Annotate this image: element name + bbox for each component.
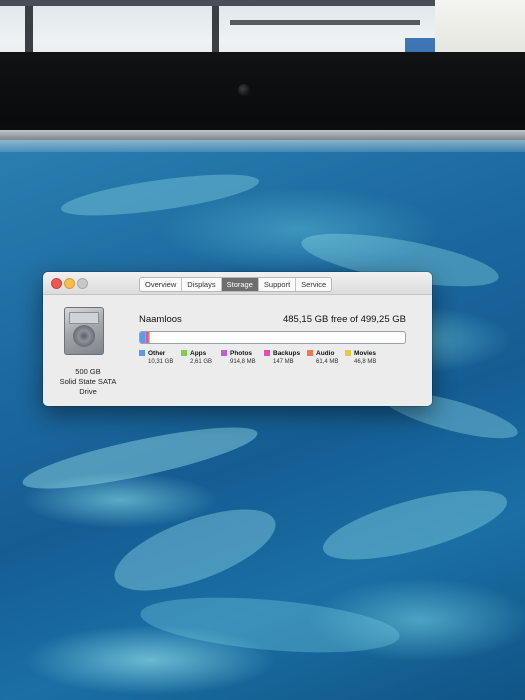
zoom-button[interactable] [77, 278, 88, 289]
usage-segment-movies[interactable] [149, 332, 150, 343]
legend-item-movies: Movies 46,8 MB [345, 350, 376, 365]
about-this-mac-window: Overview Displays Storage Support Servic… [43, 272, 432, 406]
free-space-text: 485,15 GB free of 499,25 GB [282, 314, 406, 325]
tab-displays[interactable]: Displays [182, 278, 222, 291]
legend-item-other: Other 10,31 GB [139, 350, 173, 365]
storage-panel: 500 GB Solid State SATA Drive Naamloos 4… [43, 295, 432, 406]
audio-swatch [307, 350, 313, 356]
other-swatch [139, 350, 145, 356]
minimize-button[interactable] [64, 278, 75, 289]
tab-storage[interactable]: Storage [221, 278, 259, 291]
disk-type-line2: Drive [79, 387, 97, 396]
tab-service[interactable]: Service [296, 278, 331, 291]
legend-item-backups: Backups 147 MB [264, 350, 300, 365]
screen-glare [0, 130, 525, 152]
tab-support[interactable]: Support [259, 278, 297, 291]
legend-item-photos: Photos 914,8 MB [221, 350, 256, 365]
storage-usage-bar[interactable] [139, 331, 406, 344]
close-button[interactable] [51, 278, 62, 289]
photos-swatch [221, 350, 227, 356]
hard-drive-icon [64, 307, 104, 355]
desktop-wallpaper [0, 140, 525, 700]
disk-capacity: 500 GB [75, 367, 101, 376]
disk-type-line1: Solid State SATA [59, 377, 117, 386]
legend-item-audio: Audio 61,4 MB [307, 350, 338, 365]
backups-swatch [264, 350, 270, 356]
apps-swatch [181, 350, 187, 356]
title-bar[interactable]: Overview Displays Storage Support Servic… [43, 272, 432, 295]
tab-overview[interactable]: Overview [140, 278, 183, 291]
disk-description: 500 GB Solid State SATA Drive [45, 367, 131, 397]
volume-name: Naamloos [139, 314, 182, 325]
storage-legend: Other 10,31 GB Apps 2,61 GB Photos 914,8… [139, 350, 419, 376]
legend-item-apps: Apps 2,61 GB [181, 350, 212, 365]
movies-swatch [345, 350, 351, 356]
tab-bar: Overview Displays Storage Support Servic… [139, 277, 333, 292]
camera-icon [238, 84, 250, 96]
